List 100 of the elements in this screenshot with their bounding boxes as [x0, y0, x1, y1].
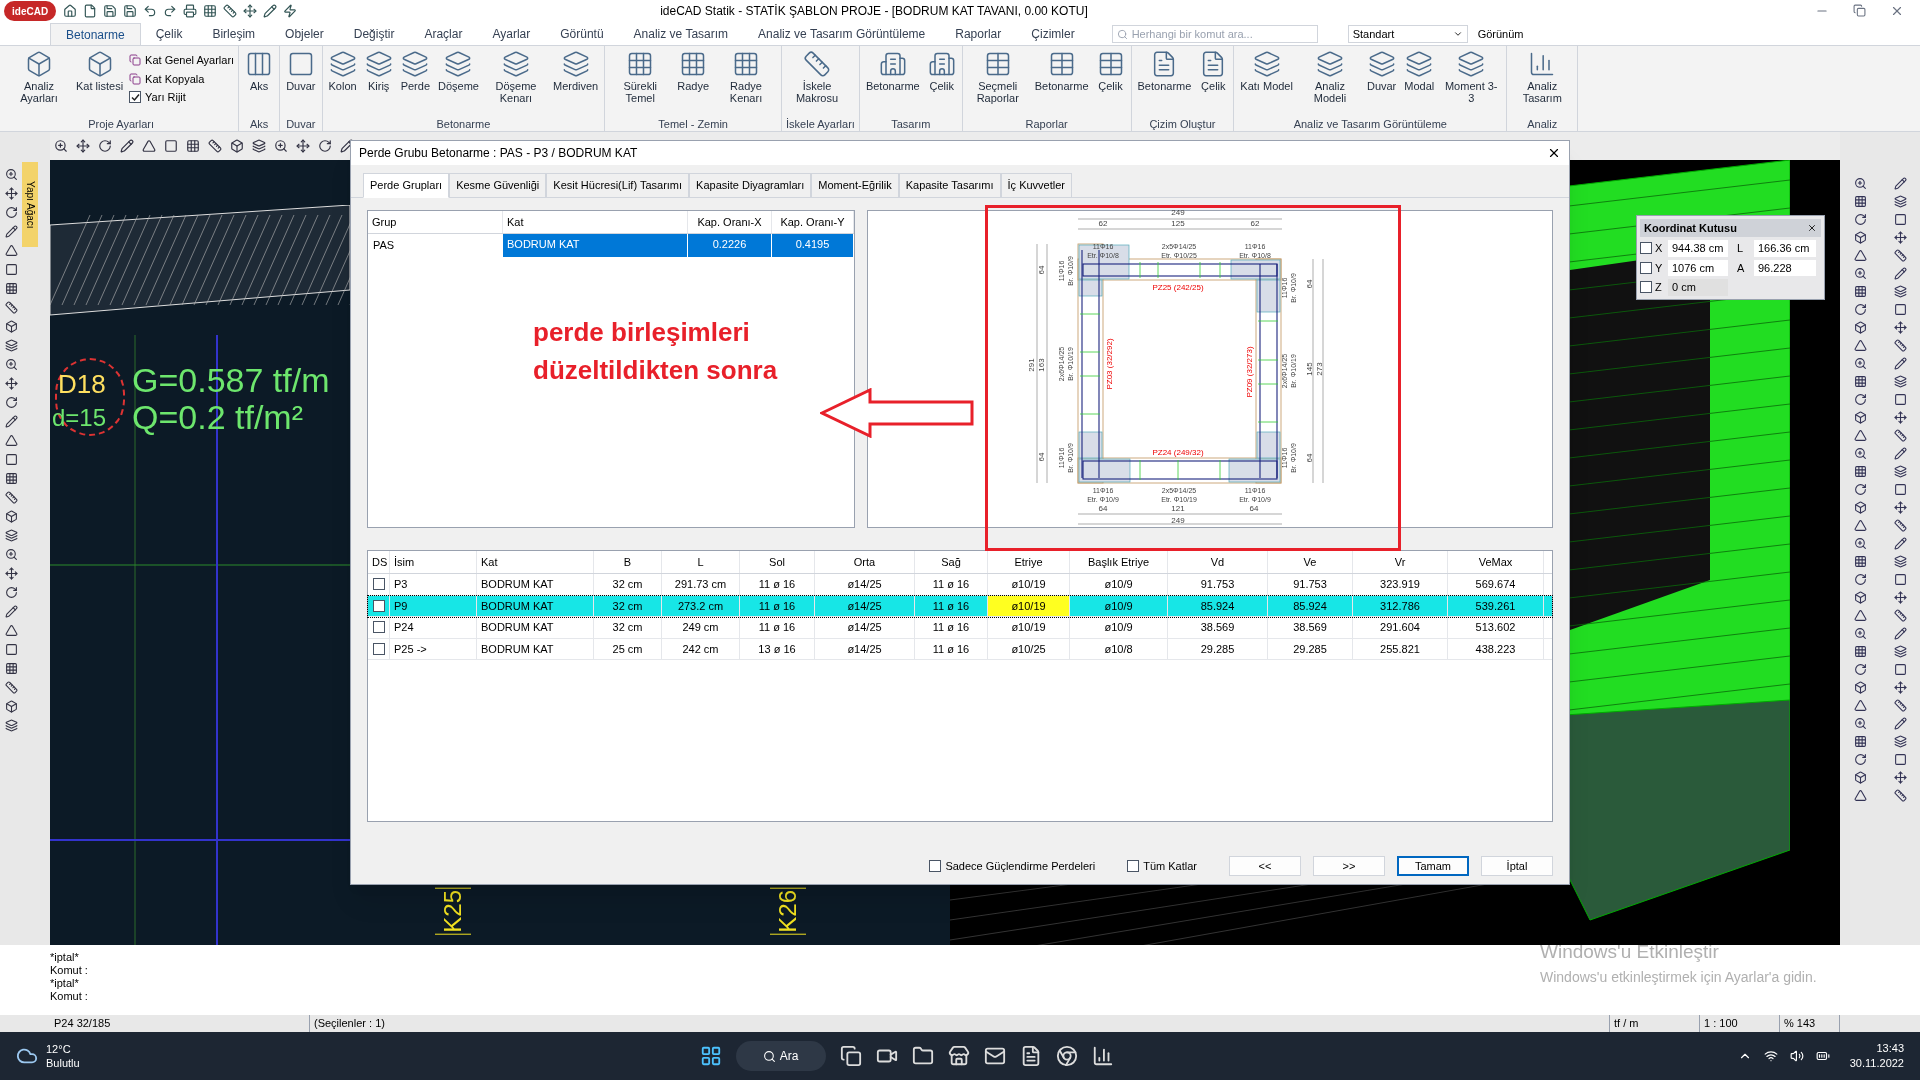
- tool-icon[interactable]: [4, 187, 18, 200]
- checkbox-option[interactable]: Yarı Rijit: [129, 89, 235, 106]
- tool-icon[interactable]: [4, 396, 18, 409]
- menu-tab[interactable]: Raporlar: [940, 23, 1017, 45]
- value-field[interactable]: 96.228: [1754, 259, 1816, 276]
- table-row[interactable]: P9 BODRUM KAT 32 cm 273.2 cm 11 ø 16 ø14/25 11 ø 16 ø10/19 ø10/9 85.924 85.924 312.786 539.261: [368, 595, 1552, 617]
- tool-icon[interactable]: [1853, 429, 1867, 442]
- tool-icon[interactable]: [1893, 321, 1907, 334]
- tool-icon[interactable]: [1893, 537, 1907, 550]
- tool-icon[interactable]: [4, 624, 18, 637]
- toolbar-icon[interactable]: [103, 4, 118, 18]
- coordinate-field[interactable]: 944.38 cm: [1668, 240, 1728, 257]
- ribbon-button[interactable]: Kat listesi: [74, 50, 126, 92]
- tool-icon[interactable]: [1893, 357, 1907, 370]
- tool-icon[interactable]: [1853, 681, 1867, 694]
- tool-icon[interactable]: [4, 244, 18, 257]
- checkbox[interactable]: [1640, 281, 1652, 294]
- wifi-icon[interactable]: [1763, 1049, 1778, 1063]
- ribbon-button[interactable]: Duvar: [284, 50, 318, 92]
- clock-date[interactable]: 30.11.2022: [1849, 1056, 1904, 1071]
- tool-icon[interactable]: [76, 139, 90, 153]
- tool-icon[interactable]: [4, 263, 18, 276]
- tool-icon[interactable]: [1893, 501, 1907, 514]
- tool-icon[interactable]: [1853, 555, 1867, 568]
- tool-icon[interactable]: [4, 434, 18, 447]
- checkbox[interactable]: [372, 642, 385, 655]
- dialog-button[interactable]: <<: [1229, 856, 1301, 876]
- dialog-tab[interactable]: Kapasite Diyagramları: [689, 173, 812, 198]
- tool-icon[interactable]: [1853, 699, 1867, 712]
- ribbon-button[interactable]: Aks: [243, 50, 276, 92]
- ribbon-button[interactable]: Modal: [1402, 50, 1437, 92]
- tool-icon[interactable]: [1893, 627, 1907, 640]
- tool-icon[interactable]: [98, 139, 112, 153]
- tool-icon[interactable]: [1853, 591, 1867, 604]
- tool-icon[interactable]: [4, 339, 18, 352]
- tool-icon[interactable]: [1853, 645, 1867, 658]
- tool-icon[interactable]: [1893, 591, 1907, 604]
- menu-tab[interactable]: Çizimler: [1016, 23, 1090, 45]
- ribbon-button[interactable]: Kiriş: [362, 50, 395, 92]
- tool-icon[interactable]: [4, 453, 18, 466]
- taskbar-app-icon[interactable]: [983, 1045, 1006, 1067]
- ribbon-button[interactable]: Moment 3-3: [1440, 50, 1503, 104]
- tool-icon[interactable]: [1853, 501, 1867, 514]
- tool-icon[interactable]: [4, 320, 18, 333]
- tool-icon[interactable]: [4, 719, 18, 732]
- toolbar-icon[interactable]: [183, 4, 198, 18]
- ribbon-button[interactable]: Çelik: [1197, 50, 1230, 92]
- tool-icon[interactable]: [4, 548, 18, 561]
- tool-icon[interactable]: [4, 282, 18, 295]
- tool-icon[interactable]: [1853, 447, 1867, 460]
- ribbon-button[interactable]: Sürekli Temel: [609, 50, 672, 104]
- app-logo[interactable]: ideCAD: [4, 1, 57, 21]
- tool-icon[interactable]: [1893, 735, 1907, 748]
- taskbar-app-icon[interactable]: [1055, 1045, 1078, 1067]
- view-menu[interactable]: Görünüm: [1477, 25, 1524, 42]
- menu-tab[interactable]: Görüntü: [545, 23, 619, 45]
- tool-icon[interactable]: [1853, 627, 1867, 640]
- tool-icon[interactable]: [4, 510, 18, 523]
- tool-icon[interactable]: [1853, 789, 1867, 802]
- tool-icon[interactable]: [1893, 609, 1907, 622]
- tool-icon[interactable]: [4, 225, 18, 238]
- tool-icon[interactable]: [1893, 213, 1907, 226]
- checkbox[interactable]: [129, 91, 142, 104]
- tool-icon[interactable]: [1853, 519, 1867, 532]
- tool-icon[interactable]: [1853, 375, 1867, 388]
- tool-icon[interactable]: [1853, 303, 1867, 316]
- ribbon-button[interactable]: Duvar: [1364, 50, 1399, 92]
- tool-icon[interactable]: [1893, 393, 1907, 406]
- ribbon-button[interactable]: Seçmeli Raporlar: [966, 50, 1029, 104]
- checkbox[interactable]: [929, 860, 942, 872]
- tool-icon[interactable]: [1893, 339, 1907, 352]
- tool-icon[interactable]: [1893, 555, 1907, 568]
- menu-tab[interactable]: Analiz ve Tasarım Görüntüleme: [743, 23, 941, 45]
- tool-icon[interactable]: [1893, 771, 1907, 784]
- dialog-tab[interactable]: İç Kuvvetler: [1000, 173, 1072, 198]
- tool-icon[interactable]: [4, 605, 18, 618]
- tool-icon[interactable]: [1893, 573, 1907, 586]
- tool-icon[interactable]: [4, 662, 18, 675]
- menu-tab[interactable]: Değiştir: [338, 23, 410, 45]
- ribbon-command[interactable]: Kat Genel Ayarları: [129, 52, 235, 69]
- tool-icon[interactable]: [1853, 249, 1867, 262]
- tool-icon[interactable]: [1853, 393, 1867, 406]
- tool-icon[interactable]: [1853, 771, 1867, 784]
- ribbon-button[interactable]: Analiz Modeli: [1298, 50, 1361, 104]
- tool-icon[interactable]: [1853, 267, 1867, 280]
- ribbon-button[interactable]: Betonarme: [1135, 50, 1194, 92]
- ribbon-button[interactable]: Çelik: [925, 50, 958, 92]
- checkbox-option[interactable]: Sadece Güçlendirme Perdeleri: [929, 857, 1096, 875]
- menu-tab[interactable]: Ayarlar: [477, 23, 546, 45]
- style-select[interactable]: Standart: [1347, 25, 1468, 43]
- table-row[interactable]: P25 -> BODRUM KAT 25 cm 242 cm 13 ø 16 ø14/25 11 ø 16 ø10/25 ø10/8 29.285 29.285 255.821 438.223: [368, 638, 1552, 660]
- tool-icon[interactable]: [1893, 519, 1907, 532]
- dialog-button[interactable]: Tamam: [1397, 856, 1469, 876]
- battery-icon[interactable]: [1815, 1049, 1830, 1063]
- toolbar-icon[interactable]: [283, 4, 298, 18]
- tool-icon[interactable]: [4, 529, 18, 542]
- tool-icon[interactable]: [1853, 573, 1867, 586]
- tool-icon[interactable]: [4, 472, 18, 485]
- tool-icon[interactable]: [120, 139, 134, 153]
- tool-icon[interactable]: [1893, 303, 1907, 316]
